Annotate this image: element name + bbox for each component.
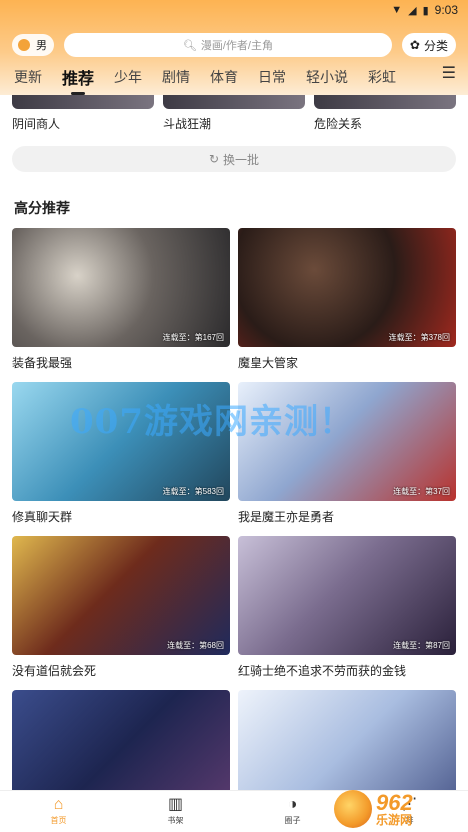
comic-title[interactable]: 魔皇大管家 xyxy=(238,354,456,371)
episode-badge: 连载至：第68回 xyxy=(167,641,224,650)
gender-toggle[interactable]: 男 xyxy=(12,34,54,56)
nav-label: 圈子 xyxy=(284,816,301,825)
comic-cover[interactable]: 连载至：第378回 xyxy=(238,228,456,347)
logo-mark-icon xyxy=(334,790,372,828)
refresh-button[interactable]: ↻ 换一批 xyxy=(12,146,456,172)
logo-text: 962 乐游网 xyxy=(376,790,413,827)
status-time: 9:03 xyxy=(434,3,458,17)
episode-badge: 连载至：第378回 xyxy=(388,333,450,342)
nav-label: 首页 xyxy=(50,816,67,825)
tab-plot[interactable]: 剧情 xyxy=(162,67,190,87)
logo-name: 乐游网 xyxy=(376,813,413,827)
tab-recommend[interactable]: 推荐 xyxy=(62,65,94,89)
comic-cover[interactable]: 连载至：第68回 xyxy=(12,536,230,655)
header: ▼ ◢ ▮ 9:03 男 🔍︎ 漫画/作者/主角 ✿ 分类 更新 推荐 少年 剧… xyxy=(0,0,468,95)
signal-icon: ◢ xyxy=(408,4,417,17)
comic-card[interactable] xyxy=(12,690,230,790)
site-logo: 962 乐游网 xyxy=(334,788,462,830)
tab-rainbow[interactable]: 彩虹 xyxy=(368,67,396,87)
battery-icon: ▮ xyxy=(422,4,429,17)
gender-label: 男 xyxy=(36,40,47,52)
episode-badge: 连载至：第167回 xyxy=(162,333,224,342)
comic-cover[interactable] xyxy=(238,690,456,790)
comic-title[interactable]: 危险关系 xyxy=(314,115,362,132)
circle-icon: ◑ xyxy=(287,796,298,813)
comic-card[interactable]: 连载至：第68回 没有道侣就会死 xyxy=(12,536,230,679)
comic-card[interactable] xyxy=(238,690,456,790)
comic-cover[interactable]: 连载至：第87回 xyxy=(238,536,456,655)
episode-badge: 连载至：第37回 xyxy=(393,487,450,496)
watermark-text: 007游戏网亲测！ xyxy=(70,402,354,442)
comic-title[interactable]: 修真聊天群 xyxy=(12,508,230,525)
comic-title[interactable]: 没有道侣就会死 xyxy=(12,662,230,679)
refresh-icon: ↻ xyxy=(208,152,220,166)
tab-sports[interactable]: 体育 xyxy=(210,67,238,87)
category-label: 分类 xyxy=(423,38,448,53)
nav-label: 书架 xyxy=(167,816,184,825)
home-icon: ⌂ xyxy=(53,796,64,813)
comic-title[interactable]: 我是魔王亦是勇者 xyxy=(238,508,456,525)
wifi-icon: ▼ xyxy=(391,4,403,16)
search-row: 男 🔍︎ 漫画/作者/主角 ✿ 分类 xyxy=(0,20,468,62)
comic-cover[interactable] xyxy=(12,690,230,790)
comic-title[interactable]: 装备我最强 xyxy=(12,354,230,371)
app-screen: ▼ ◢ ▮ 9:03 男 🔍︎ 漫画/作者/主角 ✿ 分类 更新 推荐 少年 剧… xyxy=(0,0,468,832)
search-icon: 🔍︎ xyxy=(182,39,197,52)
previous-row: 阴间商人 斗战狂潮 危险关系 xyxy=(0,95,468,135)
comic-card[interactable]: 连载至：第378回 魔皇大管家 xyxy=(238,228,456,371)
episode-badge: 连载至：第583回 xyxy=(162,487,224,496)
comic-title[interactable]: 红骑士绝不追求不劳而获的金钱 xyxy=(238,662,456,679)
previous-thumbnails xyxy=(0,95,468,109)
tab-daily[interactable]: 日常 xyxy=(258,67,286,87)
status-bar: ▼ ◢ ▮ 9:03 xyxy=(0,0,468,20)
comic-card[interactable]: 连载至：第167回 装备我最强 xyxy=(12,228,230,371)
nav-home[interactable]: ⌂ 首页 xyxy=(0,791,117,832)
menu-icon[interactable]: ☰ xyxy=(442,63,456,83)
comic-cover[interactable] xyxy=(163,95,305,109)
comic-title[interactable]: 阴间商人 xyxy=(12,115,60,132)
tab-shonen[interactable]: 少年 xyxy=(114,67,142,87)
bookshelf-icon: ▥ xyxy=(167,796,184,813)
logo-number: 962 xyxy=(376,790,413,815)
comic-cover[interactable] xyxy=(314,95,456,109)
search-input[interactable]: 🔍︎ 漫画/作者/主角 xyxy=(64,33,392,57)
comic-card[interactable]: 连载至：第87回 红骑士绝不追求不劳而获的金钱 xyxy=(238,536,456,679)
category-icon: ✿ xyxy=(409,38,420,52)
refresh-label: 换一批 xyxy=(223,152,260,167)
nav-bookshelf[interactable]: ▥ 书架 xyxy=(117,791,234,832)
category-button[interactable]: ✿ 分类 xyxy=(401,33,456,57)
section-title: 高分推荐 xyxy=(14,200,70,216)
comic-title[interactable]: 斗战狂潮 xyxy=(163,115,211,132)
tab-update[interactable]: 更新 xyxy=(14,67,42,87)
category-tabs: 更新 推荐 少年 剧情 体育 日常 轻小说 彩虹 xyxy=(0,62,468,92)
tab-light-novel[interactable]: 轻小说 xyxy=(306,67,348,87)
comic-cover[interactable] xyxy=(12,95,154,109)
toggle-knob xyxy=(18,39,30,51)
episode-badge: 连载至：第87回 xyxy=(393,641,450,650)
search-placeholder: 漫画/作者/主角 xyxy=(200,40,273,52)
comic-cover[interactable]: 连载至：第167回 xyxy=(12,228,230,347)
